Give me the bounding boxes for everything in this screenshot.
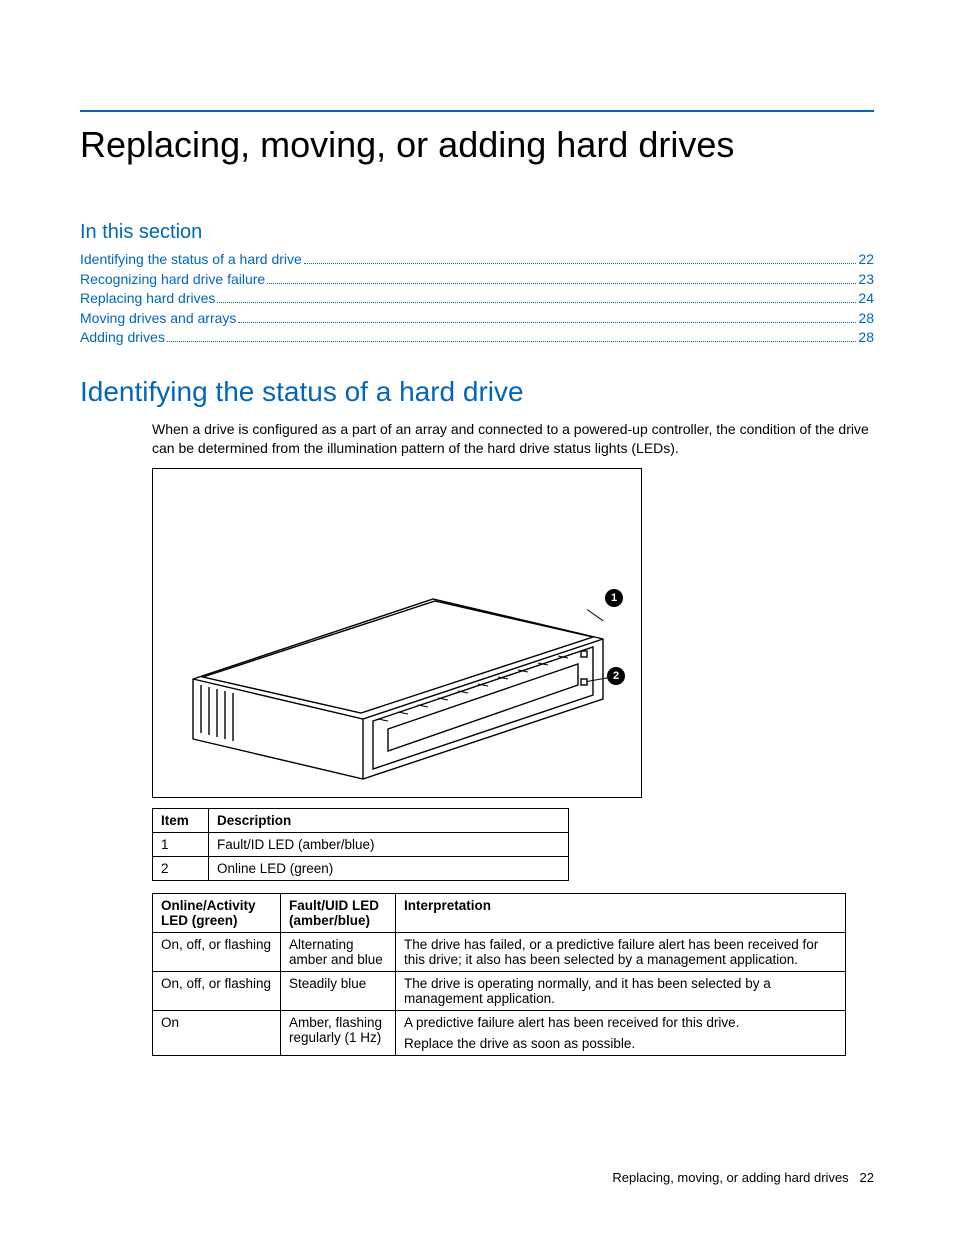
- table-row: 2 Online LED (green): [153, 856, 569, 880]
- cell: Alternating amber and blue: [281, 932, 396, 971]
- toc-page: 22: [858, 250, 874, 270]
- toc-leader: [167, 341, 857, 342]
- subsection-heading: Identifying the status of a hard drive: [80, 376, 874, 408]
- hard-drive-figure: 1 2: [152, 468, 642, 798]
- cell: Fault/ID LED (amber/blue): [209, 832, 569, 856]
- table-of-contents: Identifying the status of a hard drive 2…: [80, 250, 874, 348]
- cell: A predictive failure alert has been rece…: [396, 1010, 846, 1055]
- toc-leader: [267, 283, 856, 284]
- cell: The drive is operating normally, and it …: [396, 971, 846, 1010]
- page-footer: Replacing, moving, or adding hard drives…: [612, 1170, 874, 1185]
- toc-leader: [304, 263, 857, 264]
- cell-text: Replace the drive as soon as possible.: [404, 1036, 837, 1051]
- col-header: Interpretation: [396, 893, 846, 932]
- toc-leader: [238, 322, 856, 323]
- toc-label: Replacing hard drives: [80, 289, 215, 309]
- toc-page: 28: [858, 328, 874, 348]
- table-header-row: Online/Activity LED (green) Fault/UID LE…: [153, 893, 846, 932]
- body-paragraph: When a drive is configured as a part of …: [152, 420, 874, 458]
- toc-row[interactable]: Identifying the status of a hard drive 2…: [80, 250, 874, 270]
- col-header: Description: [209, 808, 569, 832]
- toc-label: Recognizing hard drive failure: [80, 270, 265, 290]
- table-row: 1 Fault/ID LED (amber/blue): [153, 832, 569, 856]
- col-header: Online/Activity LED (green): [153, 893, 281, 932]
- cell: Online LED (green): [209, 856, 569, 880]
- cell-text: The drive is operating normally, and it …: [404, 976, 837, 1006]
- led-item-table: Item Description 1 Fault/ID LED (amber/b…: [152, 808, 569, 881]
- toc-page: 23: [858, 270, 874, 290]
- top-rule: [80, 110, 874, 112]
- footer-text: Replacing, moving, or adding hard drives: [612, 1170, 848, 1185]
- cell: On, off, or flashing: [153, 971, 281, 1010]
- col-header: Item: [153, 808, 209, 832]
- cell: On: [153, 1010, 281, 1055]
- callout-1: 1: [605, 589, 623, 607]
- led-interpretation-table: Online/Activity LED (green) Fault/UID LE…: [152, 893, 846, 1056]
- toc-row[interactable]: Moving drives and arrays 28: [80, 309, 874, 329]
- cell: Amber, flashing regularly (1 Hz): [281, 1010, 396, 1055]
- in-this-section-heading: In this section: [80, 221, 874, 244]
- footer-page: 22: [860, 1170, 874, 1185]
- toc-page: 28: [858, 309, 874, 329]
- col-header: Fault/UID LED (amber/blue): [281, 893, 396, 932]
- callout-2: 2: [607, 667, 625, 685]
- table-row: On, off, or flashing Steadily blue The d…: [153, 971, 846, 1010]
- table-header-row: Item Description: [153, 808, 569, 832]
- cell: On, off, or flashing: [153, 932, 281, 971]
- table-row: On Amber, flashing regularly (1 Hz) A pr…: [153, 1010, 846, 1055]
- cell: The drive has failed, or a predictive fa…: [396, 932, 846, 971]
- cell: Steadily blue: [281, 971, 396, 1010]
- table-row: On, off, or flashing Alternating amber a…: [153, 932, 846, 971]
- cell-text: A predictive failure alert has been rece…: [404, 1015, 837, 1030]
- cell: 1: [153, 832, 209, 856]
- toc-label: Identifying the status of a hard drive: [80, 250, 302, 270]
- toc-label: Moving drives and arrays: [80, 309, 236, 329]
- toc-row[interactable]: Adding drives 28: [80, 328, 874, 348]
- toc-row[interactable]: Replacing hard drives 24: [80, 289, 874, 309]
- toc-label: Adding drives: [80, 328, 165, 348]
- toc-leader: [217, 302, 856, 303]
- drive-illustration-icon: [153, 469, 643, 799]
- toc-page: 24: [858, 289, 874, 309]
- page-title: Replacing, moving, or adding hard drives: [80, 124, 874, 166]
- toc-row[interactable]: Recognizing hard drive failure 23: [80, 270, 874, 290]
- cell: 2: [153, 856, 209, 880]
- cell-text: The drive has failed, or a predictive fa…: [404, 937, 837, 967]
